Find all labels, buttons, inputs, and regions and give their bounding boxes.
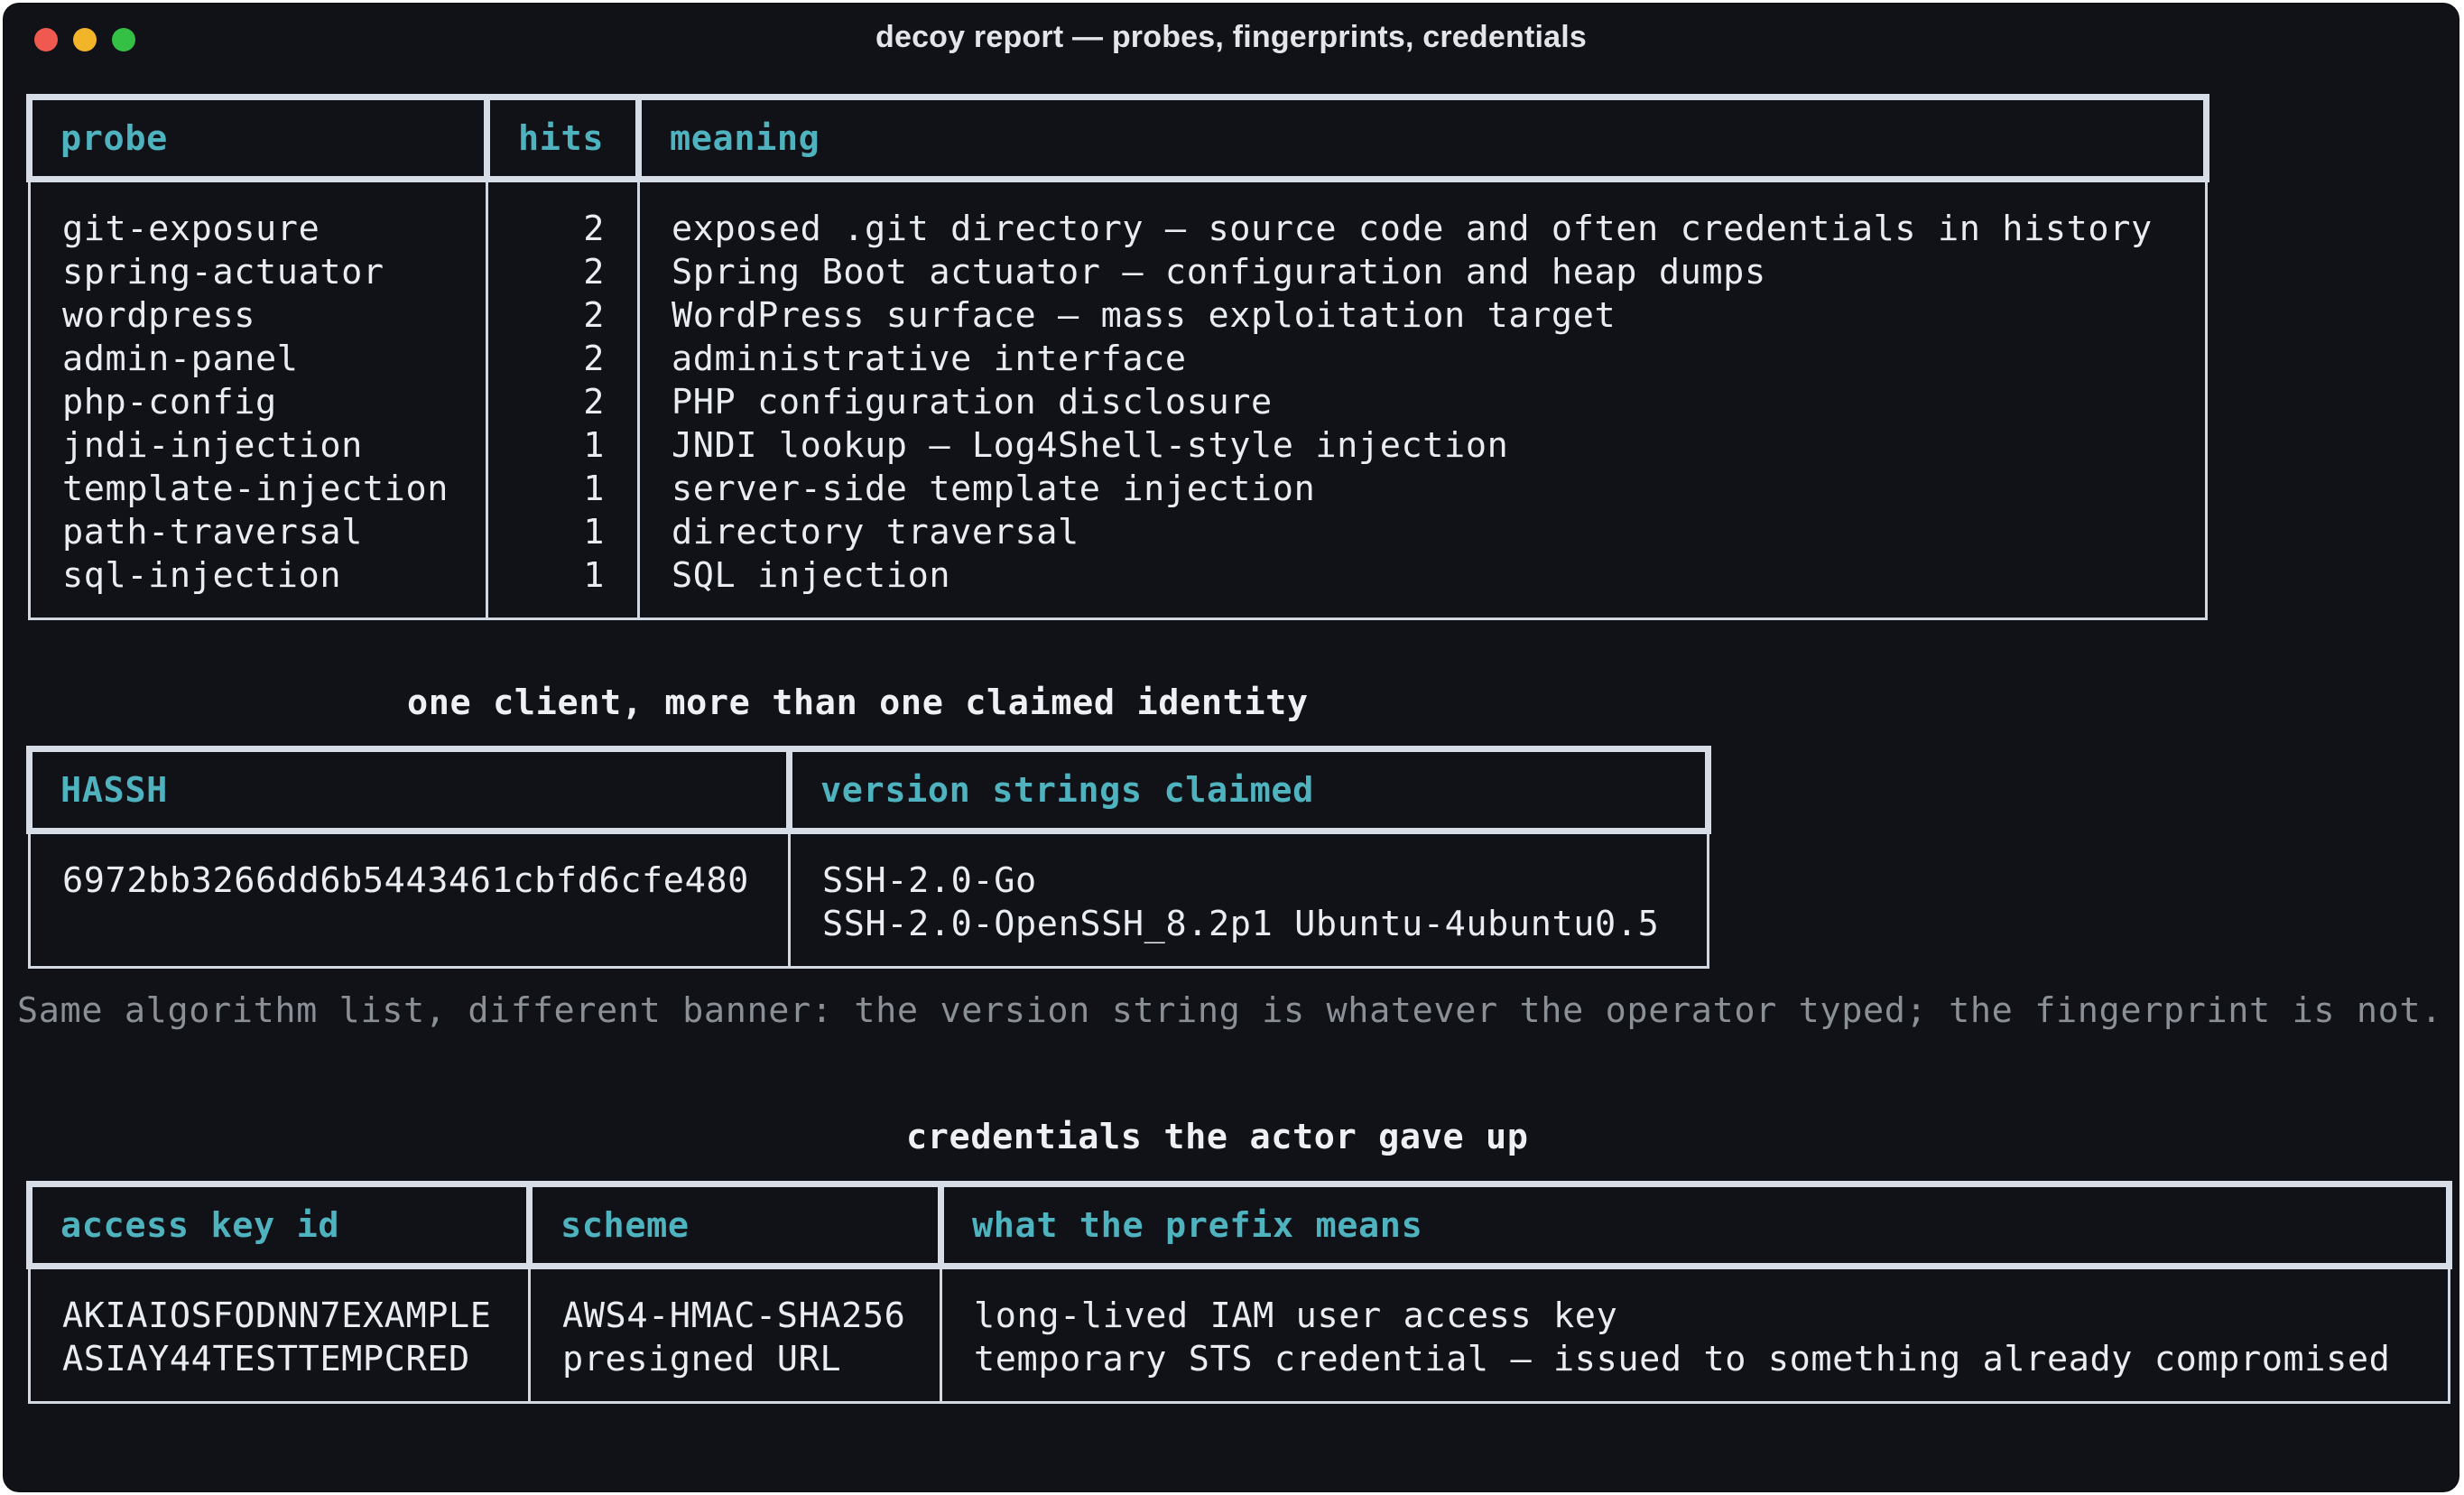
probes-table: probe hits meaning git-exposure spring-a… — [26, 94, 2209, 620]
probe-names-cell: git-exposure spring-actuator wordpress a… — [28, 179, 488, 620]
access-key-ids-cell: AKIAIOSFODNN7EXAMPLE ASIAY44TESTTEMPCRED — [28, 1266, 531, 1404]
probe-hits: 2 — [583, 382, 605, 422]
probe-meaning: server-side template injection — [672, 469, 1316, 509]
version-string: SSH-2.0-OpenSSH_8.2p1 Ubuntu-4ubuntu0.5 — [822, 904, 1660, 944]
access-key-id: AKIAIOSFODNN7EXAMPLE — [62, 1295, 492, 1336]
credentials-body-row: AKIAIOSFODNN7EXAMPLE ASIAY44TESTTEMPCRED… — [28, 1266, 2450, 1404]
probe-hits: 1 — [583, 469, 605, 509]
access-key-id: ASIAY44TESTTEMPCRED — [62, 1339, 470, 1379]
credentials-header-row: access key id scheme what the prefix mea… — [26, 1181, 2452, 1269]
probe-name: php-config — [62, 382, 277, 422]
column-header-probe: probe — [26, 94, 490, 182]
identity-heading: one client, more than one claimed identi… — [407, 682, 1309, 723]
probe-meaning: exposed .git directory — source code and… — [672, 209, 2153, 249]
probe-name: admin-panel — [62, 339, 299, 379]
probe-hits: 2 — [583, 339, 605, 379]
column-header-prefix-meaning: what the prefix means — [938, 1181, 2452, 1269]
probe-meaning: Spring Boot actuator — configuration and… — [672, 252, 1766, 292]
hassh-fingerprint: 6972bb3266dd6b5443461cbfd6cfe480 — [62, 860, 749, 901]
fingerprint-note: Same algorithm list, different banner: t… — [17, 990, 2443, 1031]
probes-body-row: git-exposure spring-actuator wordpress a… — [28, 179, 2208, 620]
probe-hits: 1 — [583, 512, 605, 552]
prefix-meaning: long-lived IAM user access key — [974, 1295, 1618, 1336]
identity-header-row: HASSH version strings claimed — [26, 746, 1711, 834]
column-header-version-strings: version strings claimed — [786, 746, 1711, 834]
schemes-cell: AWS4-HMAC-SHA256 presigned URL — [528, 1266, 942, 1404]
version-string: SSH-2.0-Go — [822, 860, 1037, 901]
probe-hits: 1 — [583, 425, 605, 466]
probe-meaning: PHP configuration disclosure — [672, 382, 1273, 422]
hassh-cell: 6972bb3266dd6b5443461cbfd6cfe480 — [28, 831, 791, 969]
column-header-scheme: scheme — [526, 1181, 944, 1269]
probe-hits: 2 — [583, 209, 605, 249]
probe-hits: 2 — [583, 252, 605, 292]
probe-meaning: administrative interface — [672, 339, 1187, 379]
probe-name: template-injection — [62, 469, 449, 509]
auth-scheme: AWS4-HMAC-SHA256 — [562, 1295, 906, 1336]
probe-name: spring-actuator — [62, 252, 384, 292]
probe-meaning: SQL injection — [672, 555, 951, 596]
credentials-table: access key id scheme what the prefix mea… — [26, 1181, 2452, 1404]
window-title: decoy report — probes, fingerprints, cre… — [875, 20, 1587, 54]
version-strings-cell: SSH-2.0-Go SSH-2.0-OpenSSH_8.2p1 Ubuntu-… — [788, 831, 1709, 969]
column-header-hits: hits — [484, 94, 642, 182]
probe-name: git-exposure — [62, 209, 320, 249]
probe-name: path-traversal — [62, 512, 363, 552]
title-bar: decoy report — probes, fingerprints, cre… — [3, 3, 2459, 73]
credentials-heading: credentials the actor gave up — [906, 1117, 1529, 1157]
probe-hits: 1 — [583, 555, 605, 596]
probe-name: wordpress — [62, 295, 256, 336]
probe-hits: 2 — [583, 295, 605, 336]
probe-meanings-cell: exposed .git directory — source code and… — [637, 179, 2208, 620]
probe-meaning: directory traversal — [672, 512, 1079, 552]
column-header-hassh: HASSH — [26, 746, 792, 834]
probe-name: sql-injection — [62, 555, 342, 596]
identity-table: HASSH version strings claimed 6972bb3266… — [26, 746, 1711, 969]
auth-scheme: presigned URL — [562, 1339, 842, 1379]
probes-header-row: probe hits meaning — [26, 94, 2209, 182]
probe-name: jndi-injection — [62, 425, 363, 466]
probe-meaning: WordPress surface — mass exploitation ta… — [672, 295, 1616, 336]
probe-hits-cell: 2 2 2 2 2 1 1 1 1 — [486, 179, 640, 620]
prefix-meaning: temporary STS credential — issued to som… — [974, 1339, 2391, 1379]
identity-body-row: 6972bb3266dd6b5443461cbfd6cfe480 SSH-2.0… — [28, 831, 1709, 969]
probe-meaning: JNDI lookup — Log4Shell-style injection — [672, 425, 1509, 466]
prefix-meanings-cell: long-lived IAM user access key temporary… — [940, 1266, 2450, 1404]
terminal-window: decoy report — probes, fingerprints, cre… — [3, 3, 2459, 1492]
column-header-access-key-id: access key id — [26, 1181, 533, 1269]
column-header-meaning: meaning — [635, 94, 2209, 182]
